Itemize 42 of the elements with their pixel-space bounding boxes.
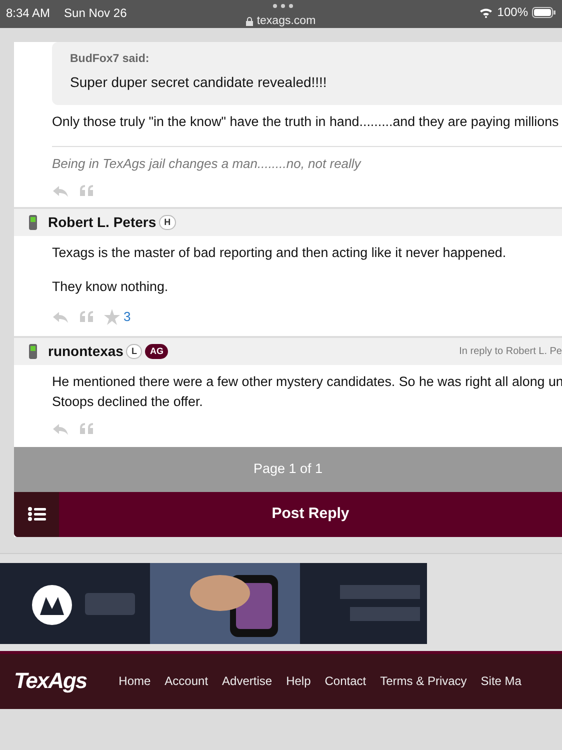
signature-text: Being in TexAgs jail changes a man........no, not really [52,146,562,174]
pagination-label: Page 1 of 1 [14,446,562,492]
footer-link[interactable]: Terms & Privacy [380,672,467,690]
url-text[interactable]: texags.com [256,13,316,30]
battery-level: 100% [497,4,528,21]
reply-icon[interactable] [52,310,69,324]
footer-link[interactable]: Contact [324,672,366,690]
footer-link[interactable]: Advertise [222,672,272,690]
post-text: Only those truly "in the know" have the truth in hand.........and they are paying millions [52,113,560,132]
status-date: Sun Nov 26 [64,6,127,20]
post-text: Texags is the master of bad reporting and then acting like it never happened. [52,244,508,262]
user-badge: H [159,214,176,230]
quote-icon[interactable] [79,422,94,436]
reply-to-link[interactable]: In reply to Robert L. Pe [459,344,562,359]
post-text: They know nothing. [52,278,170,296]
quote-icon[interactable] [79,310,94,324]
reply-icon[interactable] [52,184,69,198]
quote-author: BudFox7 said: [70,52,150,67]
more-icon[interactable] [272,3,294,9]
footer-link[interactable]: Account [164,672,208,690]
quote-text: Super duper secret candidate revealed!!!! [70,73,328,92]
author-name[interactable]: runontexas [48,340,124,362]
post-text: Stoops declined the offer. [52,392,204,411]
user-badge: L [126,344,142,359]
menu-button[interactable] [14,492,59,537]
battery-icon [532,6,556,18]
quote-icon[interactable] [79,184,94,198]
phone-icon [28,214,38,230]
star-count[interactable]: 3 [124,307,131,327]
phone-icon [28,344,38,359]
footer-link[interactable]: Help [286,672,311,690]
status-time: 8:34 AM [6,6,50,20]
star-icon[interactable] [104,308,120,325]
user-badge: AG [144,344,168,359]
author-name[interactable]: Robert L. Peters [48,212,156,233]
reply-icon[interactable] [52,422,69,436]
list-icon [28,507,46,522]
footer-link[interactable]: Site Ma [480,672,522,690]
footer-link[interactable]: Home [118,672,151,690]
wifi-icon [479,6,494,18]
lock-icon [246,17,254,26]
site-logo[interactable]: TexAgs [14,668,87,694]
